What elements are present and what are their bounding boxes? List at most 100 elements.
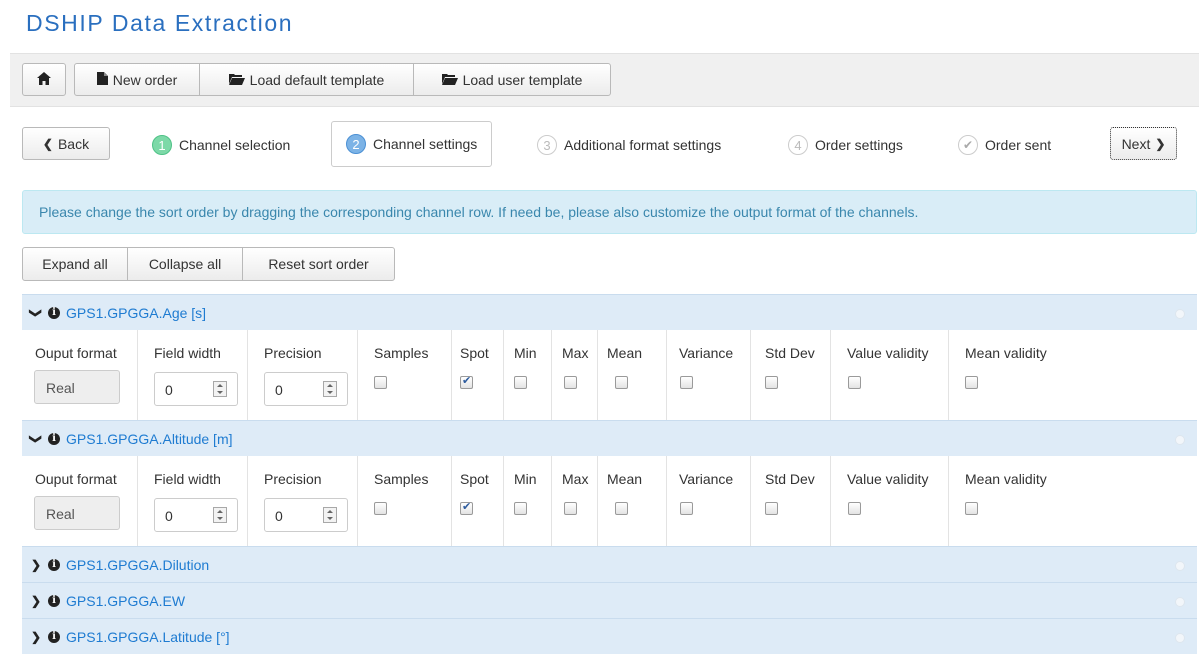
precision-column: Precision 0 <box>248 330 358 420</box>
min-label: Min <box>514 345 537 361</box>
mean-checkbox[interactable] <box>615 376 628 389</box>
max-label: Max <box>562 471 589 487</box>
chevron-right-icon[interactable]: ❯ <box>30 594 42 608</box>
collapse-all-button[interactable]: Collapse all <box>127 247 243 281</box>
info-message: Please change the sort order by dragging… <box>22 190 1197 234</box>
max-checkbox[interactable] <box>564 502 577 515</box>
channel-row[interactable]: ❯ i GPS1.GPGGA.Latitude [°] <box>22 618 1197 654</box>
spot-column: Spot <box>452 456 504 546</box>
output-format-field[interactable]: Real <box>34 370 120 404</box>
back-button[interactable]: ❮ Back <box>22 127 110 160</box>
precision-label: Precision <box>264 345 322 361</box>
variance-checkbox[interactable] <box>680 376 693 389</box>
info-icon[interactable]: i <box>48 432 60 445</box>
folder-open-icon <box>441 72 458 88</box>
channel-row[interactable]: ❯ i GPS1.GPGGA.Age [s] <box>22 294 1197 330</box>
drag-handle[interactable] <box>1175 597 1185 607</box>
drag-handle[interactable] <box>1175 561 1185 571</box>
home-button[interactable] <box>22 63 66 96</box>
channel-row[interactable]: ❯ i GPS1.GPGGA.Altitude [m] <box>22 420 1197 456</box>
info-icon[interactable]: i <box>48 558 60 571</box>
spot-checkbox[interactable] <box>460 374 473 389</box>
samples-checkbox[interactable] <box>374 502 387 515</box>
chevron-down-icon[interactable]: ❯ <box>29 433 43 445</box>
samples-column: Samples <box>358 456 452 546</box>
channel-name[interactable]: GPS1.GPGGA.Latitude [°] <box>66 629 230 645</box>
new-order-button[interactable]: New order <box>74 63 200 96</box>
spot-column: Spot <box>452 330 504 420</box>
load-default-template-button[interactable]: Load default template <box>199 63 414 96</box>
spinner-arrows-icon[interactable] <box>213 381 227 397</box>
expand-all-button[interactable]: Expand all <box>22 247 128 281</box>
mean-checkbox[interactable] <box>615 502 628 515</box>
info-icon[interactable]: i <box>48 594 60 607</box>
field-width-stepper[interactable]: 0 <box>154 372 238 406</box>
info-icon[interactable]: i <box>48 306 60 319</box>
min-checkbox[interactable] <box>514 376 527 389</box>
mean-validity-label: Mean validity <box>965 471 1047 487</box>
chevron-right-icon: ❯ <box>1155 136 1166 151</box>
channel-row[interactable]: ❯ i GPS1.GPGGA.Dilution <box>22 546 1197 582</box>
app-title: DSHIP Data Extraction <box>26 10 294 36</box>
channel-settings-panel: Ouput format Real Field width 0 Precisio… <box>22 456 1197 546</box>
drag-handle[interactable] <box>1175 435 1185 445</box>
reset-sort-order-button[interactable]: Reset sort order <box>242 247 395 281</box>
spot-checkbox[interactable] <box>460 500 473 515</box>
step-order-sent[interactable]: ✔ Order sent <box>958 128 1051 162</box>
max-checkbox[interactable] <box>564 376 577 389</box>
step-channel-settings[interactable]: 2 Channel settings <box>331 121 493 167</box>
drag-handle[interactable] <box>1175 309 1185 319</box>
precision-stepper[interactable]: 0 <box>264 372 348 406</box>
chevron-down-icon[interactable]: ❯ <box>29 307 43 319</box>
precision-label: Precision <box>264 471 322 487</box>
field-width-column: Field width 0 <box>138 330 248 420</box>
chevron-left-icon: ❮ <box>42 136 53 151</box>
channel-name[interactable]: GPS1.GPGGA.Age [s] <box>66 305 206 321</box>
step-additional-format-settings[interactable]: 3 Additional format settings <box>537 128 721 162</box>
variance-column: Variance <box>667 456 751 546</box>
drag-handle[interactable] <box>1175 633 1185 643</box>
info-icon[interactable]: i <box>48 630 60 643</box>
spinner-arrows-icon[interactable] <box>323 507 337 523</box>
step-order-settings[interactable]: 4 Order settings <box>788 128 903 162</box>
variance-label: Variance <box>679 471 734 487</box>
spot-label: Spot <box>460 471 489 487</box>
load-user-template-button[interactable]: Load user template <box>413 63 611 96</box>
chevron-right-icon[interactable]: ❯ <box>30 630 42 644</box>
step-number-badge: 1 <box>152 135 172 155</box>
channel-name[interactable]: GPS1.GPGGA.EW <box>66 593 185 609</box>
field-width-stepper[interactable]: 0 <box>154 498 238 532</box>
max-label: Max <box>562 345 589 361</box>
max-column: Max <box>552 456 598 546</box>
mean-validity-checkbox[interactable] <box>965 376 978 389</box>
step-channel-selection[interactable]: 1 Channel selection <box>152 128 290 162</box>
step-number-badge: 2 <box>346 134 366 154</box>
chevron-right-icon[interactable]: ❯ <box>30 558 42 572</box>
home-icon <box>37 71 51 88</box>
next-button[interactable]: Next ❯ <box>1110 127 1177 160</box>
min-checkbox[interactable] <box>514 502 527 515</box>
output-format-field[interactable]: Real <box>34 496 120 530</box>
channel-name[interactable]: GPS1.GPGGA.Altitude [m] <box>66 431 233 447</box>
mean-label: Mean <box>607 345 643 361</box>
precision-stepper[interactable]: 0 <box>264 498 348 532</box>
value-validity-column: Value validity <box>831 330 949 420</box>
variance-checkbox[interactable] <box>680 502 693 515</box>
spot-label: Spot <box>460 345 489 361</box>
output-format-column: Ouput format Real <box>22 456 138 546</box>
value-validity-checkbox[interactable] <box>848 376 861 389</box>
spinner-arrows-icon[interactable] <box>213 507 227 523</box>
samples-checkbox[interactable] <box>374 376 387 389</box>
channel-row[interactable]: ❯ i GPS1.GPGGA.EW <box>22 582 1197 618</box>
mean-validity-column: Mean validity <box>949 330 1197 420</box>
mean-validity-checkbox[interactable] <box>965 502 978 515</box>
channel-settings-panel: Ouput format Real Field width 0 Precisio… <box>22 330 1197 420</box>
value-validity-column: Value validity <box>831 456 949 546</box>
value-validity-checkbox[interactable] <box>848 502 861 515</box>
mean-validity-label: Mean validity <box>965 345 1047 361</box>
channel-name[interactable]: GPS1.GPGGA.Dilution <box>66 557 209 573</box>
std-dev-checkbox[interactable] <box>765 376 778 389</box>
std-dev-checkbox[interactable] <box>765 502 778 515</box>
samples-label: Samples <box>374 345 429 361</box>
spinner-arrows-icon[interactable] <box>323 381 337 397</box>
